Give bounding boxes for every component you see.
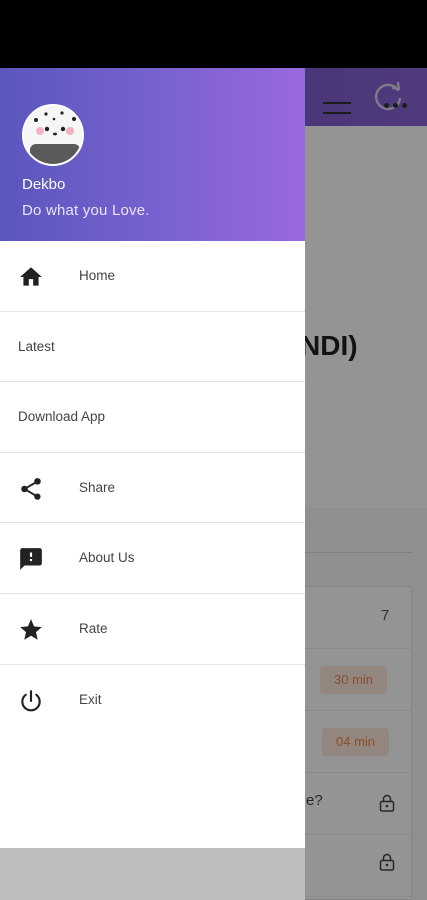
drawer-item-exit[interactable]: Exit: [0, 665, 305, 736]
drawer-header: Dekbo Do what you Love.: [0, 68, 305, 241]
star-icon: [20, 619, 42, 640]
seal-mascot-icon: [24, 106, 82, 164]
feedback-icon: [20, 548, 42, 571]
drawer-item-label: Latest: [18, 338, 55, 354]
drawer-item-latest[interactable]: Latest: [0, 312, 305, 383]
avatar: [22, 104, 84, 166]
home-icon: [20, 267, 42, 286]
drawer-item-label: About Us: [79, 550, 135, 566]
drawer-item-home[interactable]: Home: [0, 241, 305, 312]
drawer-footer: [0, 848, 305, 900]
power-icon: [21, 689, 41, 711]
share-icon: [21, 477, 41, 500]
drawer-menu: Home Latest Download App Share About Us …: [0, 241, 305, 735]
drawer-item-rate[interactable]: Rate: [0, 594, 305, 665]
drawer-item-label: Rate: [79, 620, 108, 636]
drawer-item-label: Download App: [18, 409, 106, 425]
drawer-item-label: Exit: [79, 691, 102, 707]
navigation-drawer: Dekbo Do what you Love. Home Latest Down…: [0, 68, 305, 900]
user-name: Dekbo: [22, 176, 66, 193]
drawer-item-download-app[interactable]: Download App: [0, 382, 305, 453]
drawer-item-about-us[interactable]: About Us: [0, 523, 305, 594]
drawer-item-share[interactable]: Share: [0, 453, 305, 524]
drawer-item-label: Home: [79, 268, 116, 283]
user-tagline: Do what you Love.: [22, 202, 150, 219]
drawer-item-label: Share: [79, 479, 116, 495]
status-bar: [0, 0, 427, 68]
